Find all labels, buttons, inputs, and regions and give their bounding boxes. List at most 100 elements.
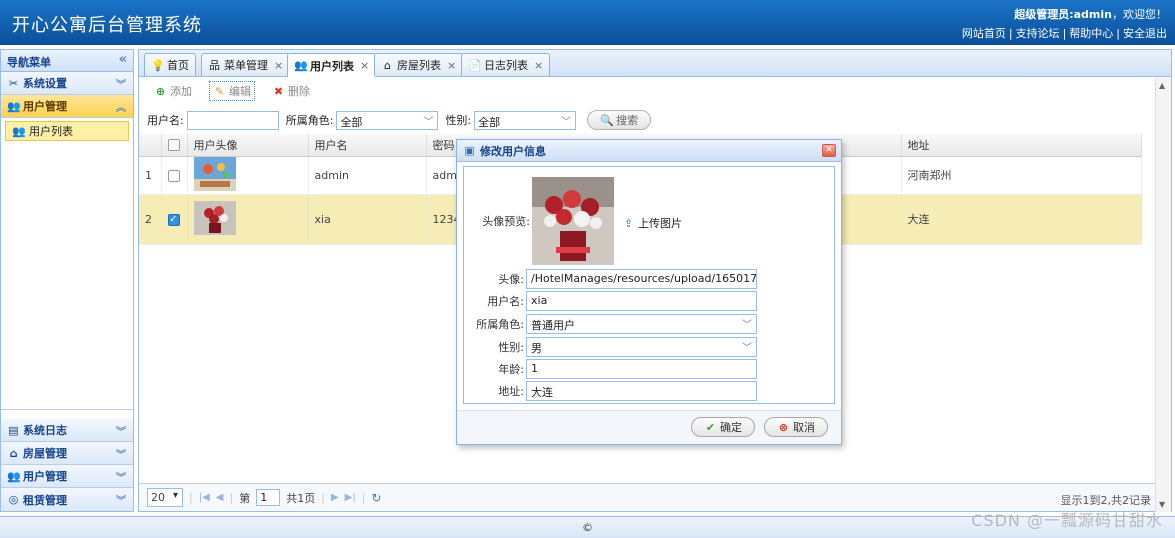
role-filter-select[interactable]: 全部 ﹀ — [336, 110, 439, 130]
close-icon[interactable]: × — [274, 59, 283, 72]
chevron-down-icon: ︾ — [116, 80, 126, 91]
upload-image-button[interactable]: ⇪ 上传图片 — [622, 215, 682, 231]
tab-house-list[interactable]: ⌂ 房屋列表 × — [374, 53, 464, 76]
select-all-checkbox[interactable] — [167, 139, 180, 152]
nav-group-house-management[interactable]: ⌂ 房屋管理 ︾ — [1, 442, 133, 465]
welcome-user: admin — [1073, 8, 1112, 21]
role-value: 普通用户 — [531, 319, 575, 332]
collapse-icon[interactable]: « — [119, 52, 127, 67]
nav-group-system-log[interactable]: ▤ 系统日志 ︾ — [1, 419, 133, 442]
username-cell: xia — [308, 194, 427, 245]
nav-group-body: 👥 用户列表 — [1, 118, 133, 410]
row-checkbox[interactable] — [167, 169, 180, 182]
nav-group-user-management[interactable]: 👥 用户管理 ︽ — [1, 95, 133, 118]
edit-button[interactable]: ✎ 编辑 — [209, 81, 255, 101]
tab-home[interactable]: 💡 首页 — [144, 53, 196, 76]
nav-title: 导航菜单 — [7, 56, 51, 69]
username-input[interactable]: xia — [526, 291, 757, 311]
vertical-scrollbar[interactable]: ▲ ▼ — [1155, 78, 1171, 512]
close-icon[interactable]: × — [447, 59, 456, 72]
cancel-label: 取消 — [793, 421, 815, 434]
first-page-icon[interactable]: |◀ — [199, 492, 210, 503]
page-size-value: 20 — [151, 491, 165, 504]
avatar-cell — [187, 194, 309, 245]
row-select-cell: ✓ — [161, 194, 188, 245]
refresh-icon[interactable]: ↻ — [371, 491, 381, 505]
avatar-row: 头像: /HotelManages/resources/upload/16501… — [464, 269, 836, 289]
link-logout[interactable]: 安全退出 — [1123, 27, 1167, 40]
tools-icon: ✂ — [8, 76, 19, 90]
cancel-button[interactable]: ⊗ 取消 — [764, 417, 828, 437]
header-links: 网站首页 | 支持论坛 | 帮助中心 | 安全退出 — [961, 27, 1167, 40]
address-input[interactable]: 大连 — [526, 381, 757, 401]
users-icon: 👥 — [7, 469, 21, 483]
chevron-up-icon: ︽ — [116, 103, 126, 114]
lease-icon: ◎ — [8, 493, 19, 506]
page-label-suffix: 共1页 — [286, 491, 316, 505]
prev-page-icon[interactable]: ◀ — [216, 492, 224, 503]
doc-icon: 📄 — [468, 58, 482, 72]
link-home[interactable]: 网站首页 — [962, 27, 1006, 40]
row-number: 1 — [139, 156, 162, 195]
close-icon[interactable]: × — [360, 59, 369, 72]
tab-log-list[interactable]: 📄 日志列表 × — [461, 53, 551, 76]
welcome-suffix: ，欢迎您！ — [1112, 8, 1167, 21]
role-filter-label: 所属角色: — [285, 114, 334, 127]
confirm-button[interactable]: ✔ 确定 — [691, 417, 755, 437]
tab-user-list[interactable]: 👥 用户列表 × — [287, 53, 377, 77]
preview-row: 头像预览: — [464, 211, 534, 231]
nav-header: 导航菜单 « — [1, 50, 133, 72]
address-cell: 河南郑州 — [901, 156, 1142, 195]
chevron-down-icon: ﹀ — [423, 116, 434, 128]
upload-label: 上传图片 — [638, 217, 682, 230]
nav-group-label: 租赁管理 — [23, 493, 67, 507]
nav-group-lease-management[interactable]: ◎ 租赁管理 ︾ — [1, 488, 133, 511]
add-button[interactable]: ⊕ 添加 — [151, 82, 195, 100]
nav-group-label: 系统日志 — [23, 424, 67, 437]
pencil-icon: ✎ — [214, 84, 225, 98]
dialog-close-button[interactable]: ✕ — [822, 144, 836, 157]
search-button[interactable]: 🔍 搜索 — [587, 110, 652, 130]
chevron-down-icon: ︾ — [116, 450, 126, 461]
nav-group-system-settings[interactable]: ✂ 系统设置 ︾ — [1, 72, 133, 95]
last-page-icon[interactable]: ▶| — [345, 492, 356, 503]
page-number-input[interactable] — [256, 489, 281, 506]
dialog-form: 头像预览: ⇪ 上传图片 头像: /HotelManages/resources… — [463, 166, 835, 404]
chevron-down-icon: ▾ — [172, 490, 178, 501]
username-filter-input[interactable] — [186, 110, 279, 130]
row-number: 2 — [139, 194, 162, 245]
gender-select[interactable]: 男 ﹀ — [526, 337, 757, 357]
next-page-icon[interactable]: ▶ — [331, 492, 339, 503]
age-input[interactable]: 1 — [526, 359, 757, 379]
avatar-path-input[interactable]: /HotelManages/resources/upload/165017731 — [526, 269, 757, 289]
users-icon: 👥 — [294, 59, 308, 72]
tab-label: 首页 — [167, 59, 189, 72]
nav-group-user-management-2[interactable]: 👥 用户管理 ︾ — [1, 465, 133, 488]
link-forum[interactable]: 支持论坛 — [1016, 27, 1060, 40]
role-select[interactable]: 普通用户 ﹀ — [526, 314, 757, 334]
column-header-username: 用户名 — [308, 134, 427, 157]
tab-menu-management[interactable]: 品 菜单管理 × — [201, 53, 291, 76]
watermark: CSDN @一瓢源码甘甜水 — [971, 511, 1163, 530]
scroll-up-icon[interactable]: ▲ — [1159, 81, 1165, 90]
tree-icon: 品 — [209, 58, 220, 72]
edit-user-dialog: ▣ 修改用户信息 ✕ 头像预览: ⇪ 上传图片 头像: /HotelManage… — [456, 139, 842, 445]
row-checkbox-checked[interactable]: ✓ — [167, 213, 180, 226]
dialog-header: ▣ 修改用户信息 — [457, 140, 841, 162]
role-filter-value: 全部 — [340, 115, 363, 129]
tab-label: 用户列表 — [310, 59, 354, 73]
page-label-prefix: 第 — [239, 491, 251, 505]
users-icon: 👥 — [7, 99, 21, 113]
delete-button[interactable]: ✖ 删除 — [269, 82, 313, 100]
page-size-select[interactable]: 20 ▾ — [147, 488, 183, 507]
link-help[interactable]: 帮助中心 — [1069, 27, 1113, 40]
dialog-footer: ✔ 确定 ⊗ 取消 — [457, 410, 841, 444]
pager-info: 显示1到2,共2记录 — [1060, 494, 1152, 507]
gender-filter-select[interactable]: 全部 ﹀ — [474, 110, 577, 130]
nav-item-user-list[interactable]: 👥 用户列表 — [5, 121, 129, 141]
username-row: 用户名: xia — [464, 291, 836, 311]
username-cell: admin — [308, 156, 427, 195]
nav-group-label: 用户管理 — [23, 470, 67, 483]
chevron-down-icon: ﹀ — [742, 343, 752, 354]
close-icon[interactable]: × — [534, 59, 543, 72]
